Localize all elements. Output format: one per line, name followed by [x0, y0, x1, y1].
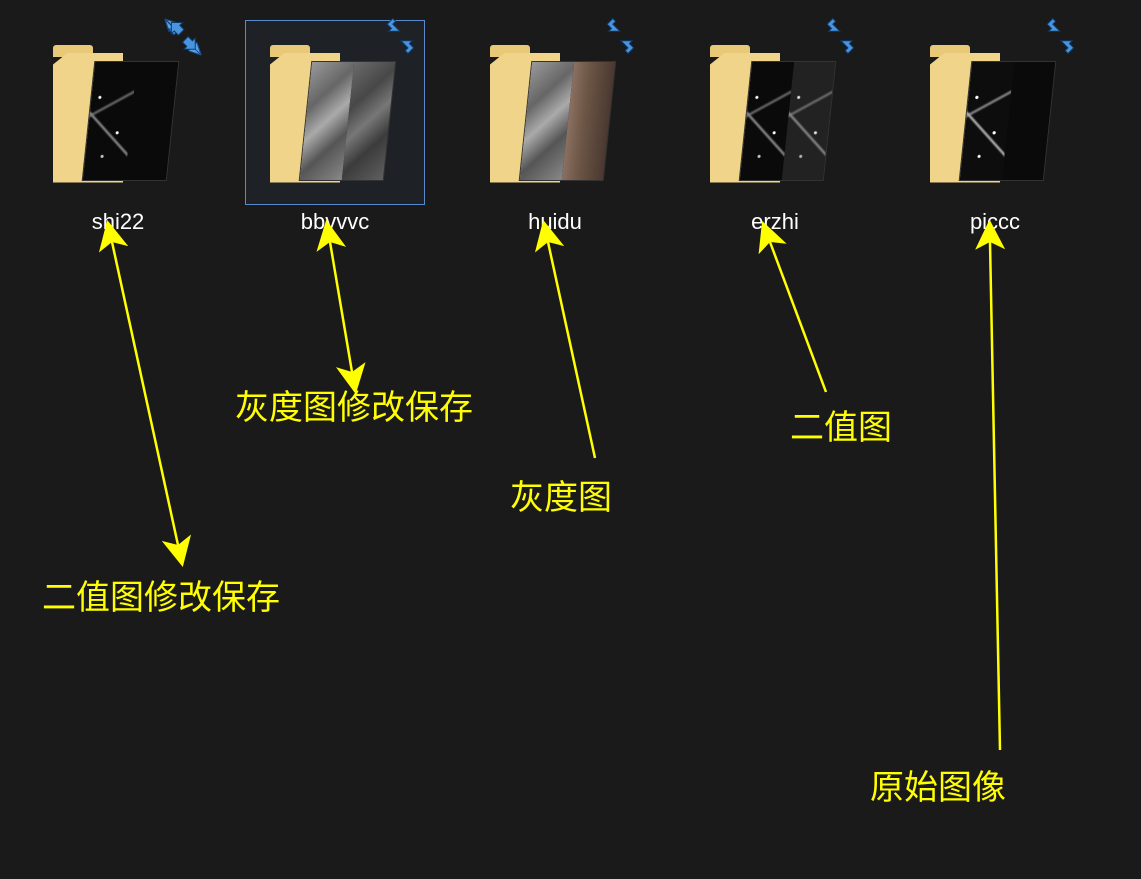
folder-frame — [28, 20, 208, 205]
folder-label: erzhi — [751, 209, 799, 235]
annotation-erzhi: 二值图 — [790, 400, 892, 449]
folder-piccc[interactable]: piccc — [905, 20, 1085, 235]
folder-icon — [490, 43, 620, 183]
folder-label: bbvvvc — [301, 209, 369, 235]
annotation-shi22: 二值图修改保存 — [42, 570, 280, 619]
annotation-huidu: 灰度图 — [510, 470, 612, 519]
folder-icon — [710, 43, 840, 183]
folder-label: piccc — [970, 209, 1020, 235]
annotation-piccc: 原始图像 — [870, 760, 1006, 809]
folder-bbvvvc[interactable]: bbvvvc — [245, 20, 425, 235]
compress-arrows-icon — [820, 17, 860, 57]
folder-shi22[interactable]: shi22 — [28, 20, 208, 235]
folder-frame — [245, 20, 425, 205]
folder-frame — [905, 20, 1085, 205]
folder-frame — [685, 20, 865, 205]
compress-arrows-icon — [380, 17, 420, 57]
folder-erzhi[interactable]: erzhi — [685, 20, 865, 235]
folder-frame — [465, 20, 645, 205]
folder-huidu[interactable]: huidu — [465, 20, 645, 235]
compress-arrows-icon — [600, 17, 640, 57]
folder-icon — [270, 43, 400, 183]
folder-icon — [53, 43, 183, 183]
annotation-bbvvvc: 灰度图修改保存 — [235, 380, 473, 429]
folder-icon — [930, 43, 1060, 183]
compress-arrows-icon — [163, 17, 203, 57]
folder-label: huidu — [528, 209, 582, 235]
folder-label: shi22 — [92, 209, 145, 235]
compress-arrows-icon — [1040, 17, 1080, 57]
